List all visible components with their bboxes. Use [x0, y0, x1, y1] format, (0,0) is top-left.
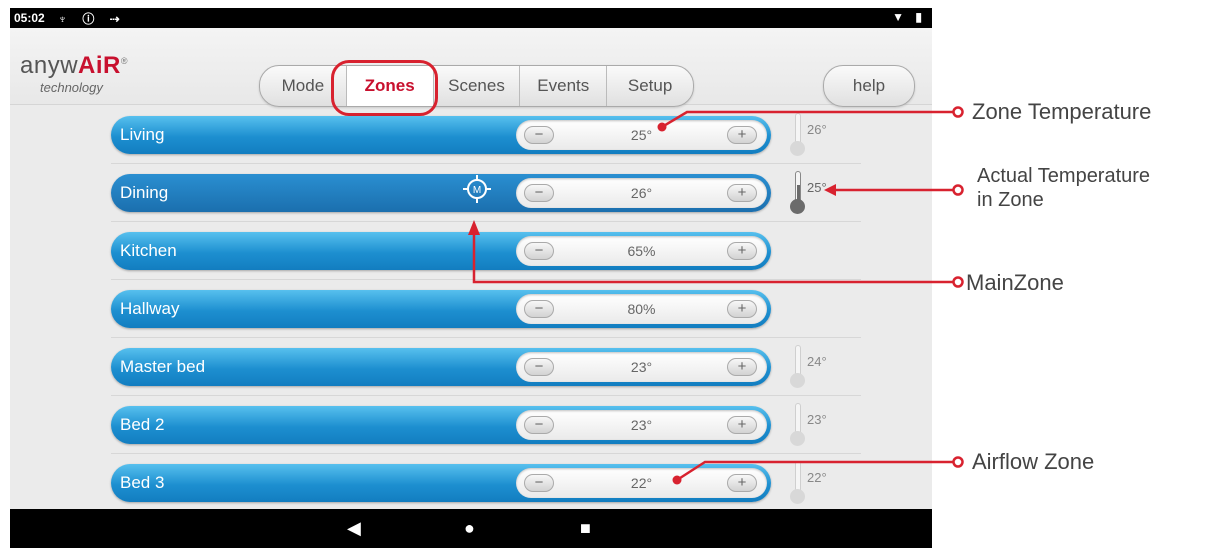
wifi-battery-icons: ▼ ▮: [892, 10, 926, 24]
zone-row-dining[interactable]: Dining − 26° +: [111, 174, 771, 212]
main-tabs: Mode Zones Scenes Events Setup: [259, 65, 694, 107]
help-button[interactable]: help: [823, 65, 915, 107]
tablet-screen: 05:02 ♆ ⓘ ⇢ ▼ ▮ anywAiR® technology Mode…: [10, 8, 932, 548]
zone-row-hallway[interactable]: Hallway − 80% +: [111, 290, 771, 328]
increase-button[interactable]: +: [727, 416, 757, 434]
callout-endpoint: [952, 106, 964, 118]
divider: [111, 453, 861, 454]
zone-row-bed-2[interactable]: Bed 2 − 23° +: [111, 406, 771, 444]
tab-scenes[interactable]: Scenes: [434, 66, 521, 106]
zone-row-bed-3[interactable]: Bed 3 − 22° +: [111, 464, 771, 502]
thermometer-icon: [789, 345, 807, 389]
main-zone-badge: M: [473, 185, 481, 196]
airflow-zone-label: Airflow Zone: [972, 449, 1095, 474]
logo-text: anyw: [20, 52, 79, 79]
actual-temperature: 24°: [807, 354, 827, 369]
logo-air-text: AiR: [78, 52, 121, 79]
thermometer-icon: [789, 113, 807, 157]
actual-temperature: 23°: [807, 412, 827, 427]
zone-name: Bed 2: [120, 415, 165, 434]
divider: [111, 279, 861, 280]
zone-stepper: − 22° +: [516, 468, 767, 498]
status-time: 05:02: [14, 11, 45, 25]
zone-name: Master bed: [120, 357, 206, 376]
callout-endpoint: [952, 456, 964, 468]
divider: [111, 337, 861, 338]
thermometer-icon: [789, 403, 807, 447]
zone-stepper: − 23° +: [516, 352, 767, 382]
tab-setup[interactable]: Setup: [607, 66, 693, 106]
actual-temperature-label-line2: in Zone: [977, 189, 1044, 211]
zone-name: Bed 3: [120, 473, 165, 492]
main-zone-label: MainZone: [966, 270, 1064, 295]
android-nav-bar: ◀ ● ■: [10, 509, 932, 548]
anywair-logo: anywAiR® technology: [20, 52, 129, 95]
zone-name: Kitchen: [120, 241, 177, 260]
zone-temperature-label: Zone Temperature: [972, 99, 1152, 124]
actual-temperature: 26°: [807, 122, 827, 137]
zone-stepper: − 65% +: [516, 236, 767, 266]
increase-button[interactable]: +: [727, 184, 757, 202]
zone-name: Dining: [120, 183, 169, 202]
zone-row-living[interactable]: Living − 25° +: [111, 116, 771, 154]
callout-endpoint: [952, 276, 964, 288]
back-icon[interactable]: ◀: [347, 518, 361, 538]
divider: [111, 395, 861, 396]
notification-icons: ♆ ⓘ ⇢: [58, 12, 126, 26]
actual-temperature: 25°: [807, 180, 827, 195]
increase-button[interactable]: +: [727, 300, 757, 318]
zone-stepper: − 26° +: [516, 178, 767, 208]
zone-list: Living − 25° + 26° Dining − 26° + 25° Ki…: [10, 105, 932, 510]
zone-name: Hallway: [120, 299, 180, 318]
zone-stepper: − 25° +: [516, 120, 767, 150]
recents-icon[interactable]: ■: [580, 518, 591, 538]
thermometer-icon: [789, 171, 807, 215]
zone-row-master-bed[interactable]: Master bed − 23° +: [111, 348, 771, 386]
actual-temperature: 22°: [807, 470, 827, 485]
increase-button[interactable]: +: [727, 126, 757, 144]
status-bar: 05:02 ♆ ⓘ ⇢ ▼ ▮: [10, 8, 932, 28]
main-zone-target-icon[interactable]: M: [462, 174, 492, 204]
zone-stepper: − 23° +: [516, 410, 767, 440]
zone-row-kitchen[interactable]: Kitchen − 65% +: [111, 232, 771, 270]
registered-mark: ®: [120, 56, 129, 66]
logo-subtitle: technology: [40, 80, 103, 95]
app-header: anywAiR® technology Mode Zones Scenes Ev…: [10, 28, 932, 116]
callout-endpoint: [952, 184, 964, 196]
actual-temperature-label-line1: Actual Temperature: [977, 165, 1151, 187]
increase-button[interactable]: +: [727, 242, 757, 260]
zone-name: Living: [120, 125, 165, 144]
tab-events[interactable]: Events: [520, 66, 608, 106]
home-icon[interactable]: ●: [464, 518, 475, 538]
zone-stepper: − 80% +: [516, 294, 767, 324]
increase-button[interactable]: +: [727, 474, 757, 492]
increase-button[interactable]: +: [727, 358, 757, 376]
divider: [111, 221, 861, 222]
divider: [111, 163, 861, 164]
thermometer-icon: [789, 461, 807, 505]
